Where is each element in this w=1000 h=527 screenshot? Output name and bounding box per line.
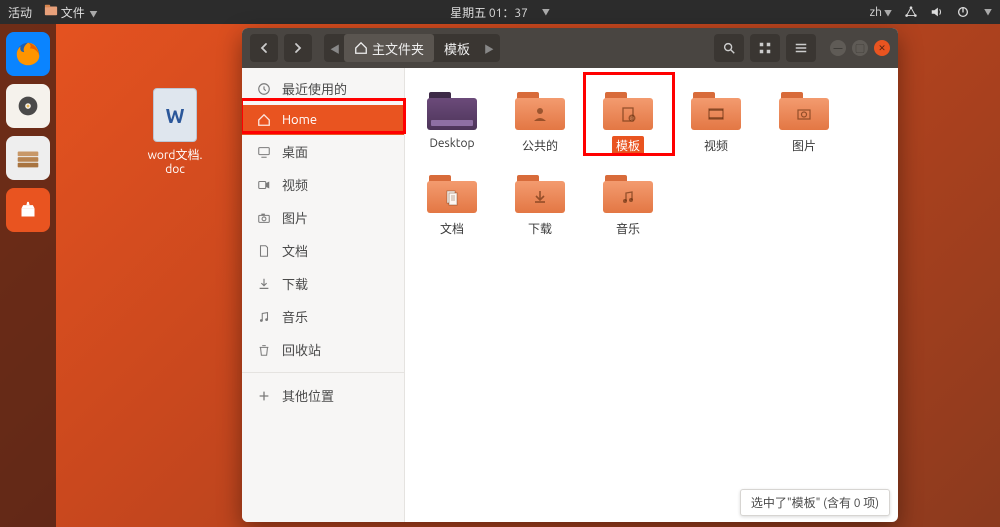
app-menu[interactable]: 文件 ▼ bbox=[44, 3, 98, 21]
sidebar-item-label: 文档 bbox=[282, 241, 308, 260]
folder-pictures[interactable]: 图片 bbox=[769, 84, 839, 159]
folder-templates[interactable]: @ 模板 bbox=[593, 84, 663, 159]
input-method-indicator[interactable]: zh▼ bbox=[870, 6, 892, 19]
path-segment-home[interactable]: 主文件夹 bbox=[344, 34, 434, 62]
video-icon bbox=[256, 177, 272, 193]
music-icon bbox=[256, 309, 272, 325]
window-minimize-button[interactable]: — bbox=[830, 40, 846, 56]
hamburger-menu-button[interactable] bbox=[786, 34, 816, 62]
folder-icon bbox=[601, 171, 655, 215]
launcher-firefox[interactable] bbox=[6, 32, 50, 76]
sidebar-item-label: Home bbox=[282, 113, 317, 127]
folder-videos[interactable]: 视频 bbox=[681, 84, 751, 159]
window-maximize-button[interactable]: ▢ bbox=[852, 40, 868, 56]
download-icon bbox=[256, 276, 272, 292]
folder-label: 视频 bbox=[700, 136, 732, 155]
chevron-down-icon: ▼ bbox=[90, 10, 98, 19]
search-button[interactable] bbox=[714, 34, 744, 62]
launcher-files[interactable] bbox=[6, 136, 50, 180]
sidebar-item-label: 桌面 bbox=[282, 142, 308, 161]
desktop-file-word-doc[interactable]: W word文档. doc bbox=[140, 88, 210, 176]
sidebar-item-trash[interactable]: 回收站 bbox=[242, 333, 404, 366]
sidebar-item-label: 回收站 bbox=[282, 340, 321, 359]
clock[interactable]: 星期五 01：37 bbox=[450, 4, 528, 21]
desktop-icon bbox=[256, 144, 272, 160]
folder-icon bbox=[689, 88, 743, 132]
chevron-down-icon: ▼ bbox=[984, 7, 992, 18]
folder-icon bbox=[425, 88, 479, 132]
folder-label: 图片 bbox=[788, 136, 820, 155]
plus-icon bbox=[256, 388, 272, 404]
nav-forward-button[interactable] bbox=[284, 34, 312, 62]
path-bar: ◀ 主文件夹 模板 ▶ bbox=[324, 34, 500, 62]
network-icon[interactable] bbox=[904, 5, 918, 19]
desktop-file-label: word文档. doc bbox=[140, 146, 210, 176]
folder-icon bbox=[777, 88, 831, 132]
folder-icon bbox=[513, 88, 567, 132]
files-window: ◀ 主文件夹 模板 ▶ — ▢ ✕ bbox=[242, 28, 898, 522]
folder-label: 下载 bbox=[524, 219, 556, 238]
files-app-icon bbox=[44, 3, 58, 17]
document-icon bbox=[256, 243, 272, 259]
sidebar-item-label: 最近使用的 bbox=[282, 79, 347, 98]
sidebar-item-label: 音乐 bbox=[282, 307, 308, 326]
file-grid: Desktop 公共的 @ 模板 视频 图片文档 下载 音乐选中了"模板" (含有 0 项) bbox=[405, 68, 898, 522]
sidebar: 最近使用的 Home 桌面 视频 bbox=[242, 68, 405, 522]
folder-desktop[interactable]: Desktop bbox=[417, 84, 487, 159]
launcher-software[interactable] bbox=[6, 188, 50, 232]
sidebar-item-music[interactable]: 音乐 bbox=[242, 300, 404, 333]
sidebar-item-label: 其他位置 bbox=[282, 386, 334, 405]
view-toggle-button[interactable] bbox=[750, 34, 780, 62]
path-segment-templates[interactable]: 模板 bbox=[434, 34, 480, 62]
launcher-rhythmbox[interactable] bbox=[6, 84, 50, 128]
volume-icon[interactable] bbox=[930, 5, 944, 19]
folder-icon bbox=[425, 171, 479, 215]
sidebar-item-other-locations[interactable]: 其他位置 bbox=[242, 379, 404, 412]
folder-label: Desktop bbox=[425, 136, 478, 151]
folder-icon: @ bbox=[601, 88, 655, 132]
folder-music[interactable]: 音乐 bbox=[593, 167, 663, 242]
sidebar-item-label: 下载 bbox=[282, 274, 308, 293]
status-bar: 选中了"模板" (含有 0 项) bbox=[740, 489, 890, 516]
sidebar-item-recent[interactable]: 最近使用的 bbox=[242, 72, 404, 105]
top-panel: 活动 文件 ▼ 星期五 01：37 ▼ zh▼ ▼ bbox=[0, 0, 1000, 24]
activities-button[interactable]: 活动 bbox=[8, 4, 32, 21]
window-titlebar: ◀ 主文件夹 模板 ▶ — ▢ ✕ bbox=[242, 28, 898, 68]
app-menu-label: 文件 bbox=[61, 7, 85, 20]
folder-label: 模板 bbox=[612, 136, 644, 155]
sidebar-item-downloads[interactable]: 下载 bbox=[242, 267, 404, 300]
nav-back-button[interactable] bbox=[250, 34, 278, 62]
folder-icon bbox=[513, 171, 567, 215]
launcher-dock bbox=[0, 24, 56, 527]
sidebar-item-home[interactable]: Home bbox=[242, 105, 404, 135]
window-close-button[interactable]: ✕ bbox=[874, 40, 890, 56]
folder-downloads[interactable]: 下载 bbox=[505, 167, 575, 242]
chevron-down-icon: ▼ bbox=[542, 7, 550, 18]
folder-documents[interactable]: 文档 bbox=[417, 167, 487, 242]
power-icon[interactable] bbox=[956, 5, 970, 19]
folder-label: 音乐 bbox=[612, 219, 644, 238]
clock-icon bbox=[256, 81, 272, 97]
sidebar-item-pictures[interactable]: 图片 bbox=[242, 201, 404, 234]
word-document-icon: W bbox=[153, 88, 197, 142]
path-segment-label: 主文件夹 bbox=[372, 39, 424, 58]
camera-icon bbox=[256, 210, 272, 226]
sidebar-item-label: 视频 bbox=[282, 175, 308, 194]
folder-public[interactable]: 公共的 bbox=[505, 84, 575, 159]
path-segment-label: 模板 bbox=[444, 39, 470, 58]
sidebar-item-videos[interactable]: 视频 bbox=[242, 168, 404, 201]
folder-label: 文档 bbox=[436, 219, 468, 238]
sidebar-item-label: 图片 bbox=[282, 208, 308, 227]
folder-label: 公共的 bbox=[518, 136, 562, 155]
svg-text:@: @ bbox=[630, 115, 635, 121]
trash-icon bbox=[256, 342, 272, 358]
chevron-left-icon[interactable]: ◀ bbox=[326, 41, 344, 56]
sidebar-item-desktop[interactable]: 桌面 bbox=[242, 135, 404, 168]
home-icon bbox=[256, 112, 272, 128]
sidebar-item-documents[interactable]: 文档 bbox=[242, 234, 404, 267]
chevron-right-icon[interactable]: ▶ bbox=[480, 41, 498, 56]
